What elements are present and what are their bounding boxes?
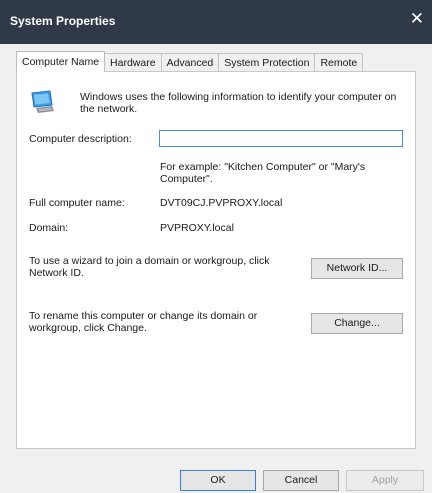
intro-text: Windows uses the following information t… [80,91,397,115]
full-name-value: DVT09CJ.PVPROXY.local [160,197,283,209]
apply-button[interactable]: Apply [346,470,424,491]
close-icon[interactable]: ✕ [410,10,424,27]
tab-system-protection[interactable]: System Protection [218,53,316,72]
tab-computer-name[interactable]: Computer Name [16,51,106,72]
ok-button[interactable]: OK [180,470,256,491]
description-example: For example: "Kitchen Computer" or "Mary… [160,161,366,185]
window-title: System Properties [10,14,116,28]
title-bar: System Properties ✕ [0,0,432,44]
tab-hardware[interactable]: Hardware [104,53,162,72]
domain-value: PVPROXY.local [160,222,234,234]
network-id-button[interactable]: Network ID... [311,258,403,279]
network-id-text: To use a wizard to join a domain or work… [29,255,270,279]
tab-advanced[interactable]: Advanced [160,53,220,72]
domain-label: Domain: [29,222,69,234]
description-label: Computer description: [29,133,132,145]
computer-description-input[interactable] [159,130,403,147]
change-button[interactable]: Change... [311,313,403,334]
full-name-label: Full computer name: [29,197,125,209]
cancel-button[interactable]: Cancel [263,470,339,491]
computer-icon [31,90,54,113]
tab-remote[interactable]: Remote [314,53,364,72]
change-text: To rename this computer or change its do… [29,310,258,334]
tab-strip: Computer Name Hardware Advanced System P… [16,51,364,72]
